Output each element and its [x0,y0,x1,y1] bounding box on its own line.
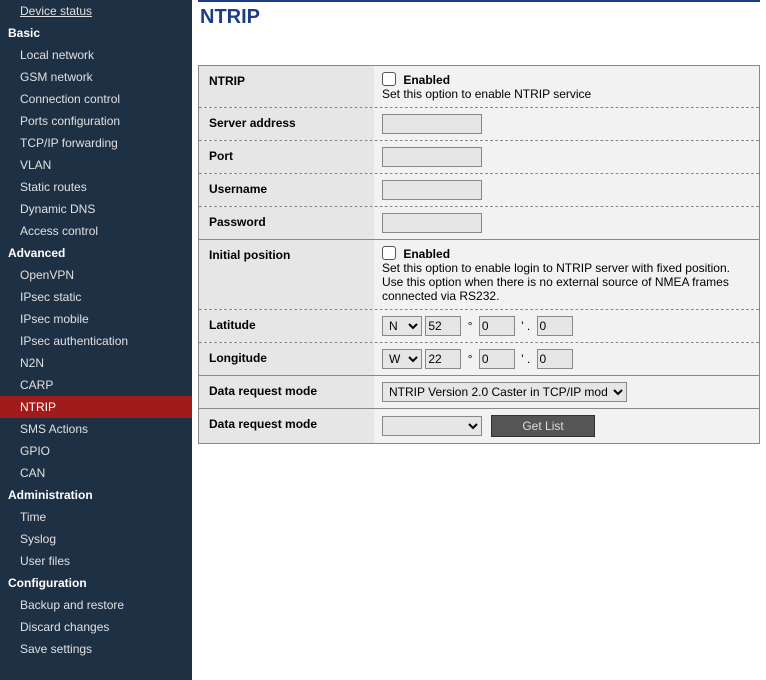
data-request-list-select[interactable] [382,416,482,436]
sidebar-item-syslog[interactable]: Syslog [0,528,192,550]
label-longitude: Longitude [199,343,374,375]
get-list-button[interactable]: Get List [491,415,594,437]
ntrip-enabled-label: Enabled [403,73,450,87]
longitude-hemi-select[interactable]: W [382,349,422,369]
sidebar-item-backup-and-restore[interactable]: Backup and restore [0,594,192,616]
sidebar-item-discard-changes[interactable]: Discard changes [0,616,192,638]
server-address-input[interactable] [382,114,482,134]
latitude-sec-input[interactable] [537,316,573,336]
sidebar-header: Administration [0,484,192,506]
sidebar-item-ipsec-static[interactable]: IPsec static [0,286,192,308]
latitude-min-input[interactable] [479,316,515,336]
degree-symbol: ° [468,319,473,333]
label-data-request-mode-1: Data request mode [199,376,374,408]
sidebar-item-gpio[interactable]: GPIO [0,440,192,462]
sidebar-item-access-control[interactable]: Access control [0,220,192,242]
latitude-deg-input[interactable] [425,316,461,336]
main: NTRIP NTRIP Enabled Set this option to e… [192,0,766,680]
data-request-mode-select[interactable]: NTRIP Version 2.0 Caster in TCP/IP mode [382,382,627,402]
label-data-request-mode-2: Data request mode [199,409,374,443]
sidebar-item-local-network[interactable]: Local network [0,44,192,66]
label-latitude: Latitude [199,310,374,342]
sidebar-header: Advanced [0,242,192,264]
label-server-address: Server address [199,108,374,140]
sidebar-item-carp[interactable]: CARP [0,374,192,396]
sidebar-item-static-routes[interactable]: Static routes [0,176,192,198]
username-input[interactable] [382,180,482,200]
sidebar-item-can[interactable]: CAN [0,462,192,484]
sidebar-header: Configuration [0,572,192,594]
sidebar-item-ipsec-authentication[interactable]: IPsec authentication [0,330,192,352]
sidebar-item-user-files[interactable]: User files [0,550,192,572]
sidebar-item-openvpn[interactable]: OpenVPN [0,264,192,286]
sidebar-item-tcp-ip-forwarding[interactable]: TCP/IP forwarding [0,132,192,154]
sidebar-header: Basic [0,22,192,44]
sidebar-item-time[interactable]: Time [0,506,192,528]
longitude-sec-input[interactable] [537,349,573,369]
ntrip-description: Set this option to enable NTRIP service [382,87,751,101]
sidebar-item-save-settings[interactable]: Save settings [0,638,192,660]
sidebar-item-vlan[interactable]: VLAN [0,154,192,176]
label-ntrip: NTRIP [199,66,374,107]
page-title: NTRIP [198,0,760,31]
initial-position-desc1: Set this option to enable login to NTRIP… [382,261,751,275]
sidebar-item-ntrip[interactable]: NTRIP [0,396,192,418]
initial-position-desc2: Use this option when there is no externa… [382,275,751,303]
sidebar-item-connection-control[interactable]: Connection control [0,88,192,110]
sidebar: Device statusBasicLocal networkGSM netwo… [0,0,192,680]
dot-separator: ' . [521,319,530,333]
dot-separator-2: ' . [521,352,530,366]
sidebar-item-device-status[interactable]: Device status [0,0,192,22]
sidebar-item-ipsec-mobile[interactable]: IPsec mobile [0,308,192,330]
form: NTRIP Enabled Set this option to enable … [198,65,760,444]
label-username: Username [199,174,374,206]
ntrip-enabled-checkbox[interactable] [382,72,396,86]
sidebar-item-gsm-network[interactable]: GSM network [0,66,192,88]
label-port: Port [199,141,374,173]
sidebar-item-sms-actions[interactable]: SMS Actions [0,418,192,440]
longitude-min-input[interactable] [479,349,515,369]
sidebar-item-dynamic-dns[interactable]: Dynamic DNS [0,198,192,220]
label-initial-position: Initial position [199,240,374,309]
sidebar-item-n2n[interactable]: N2N [0,352,192,374]
initial-position-enabled-checkbox[interactable] [382,246,396,260]
latitude-hemi-select[interactable]: N [382,316,422,336]
degree-symbol-2: ° [468,352,473,366]
password-input[interactable] [382,213,482,233]
port-input[interactable] [382,147,482,167]
label-password: Password [199,207,374,239]
longitude-deg-input[interactable] [425,349,461,369]
sidebar-item-ports-configuration[interactable]: Ports configuration [0,110,192,132]
initial-position-enabled-label: Enabled [403,247,450,261]
